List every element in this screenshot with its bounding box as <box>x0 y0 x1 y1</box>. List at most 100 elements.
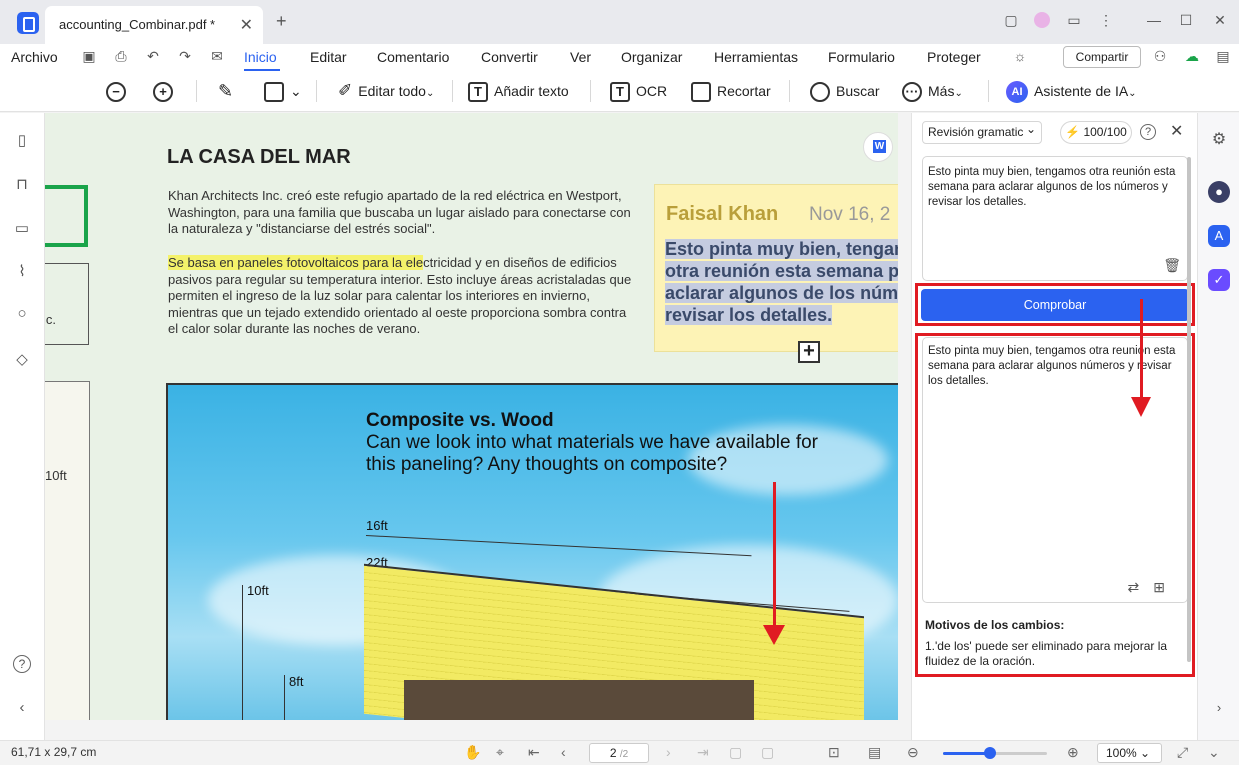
mode-dropdown[interactable]: Revisión gramatic <box>922 119 1042 144</box>
connect-icon[interactable]: ⚇ <box>1152 48 1168 64</box>
ocr-button[interactable]: T OCR <box>610 80 668 103</box>
toolbar-divider <box>196 80 197 102</box>
zoom-dropdown[interactable]: 100% ⌄ <box>1097 743 1162 763</box>
layers-icon[interactable]: ◇ <box>13 350 31 368</box>
ocr-icon: T <box>610 82 630 103</box>
right-sidebar: ⚙ ● A ✓ › <box>1197 113 1239 740</box>
menu-formulario[interactable]: Formulario <box>828 49 895 65</box>
expand-right-icon[interactable]: › <box>1208 697 1230 719</box>
trash-icon[interactable]: 🗑 <box>1163 258 1181 273</box>
more-label: Más <box>928 83 955 99</box>
toolbar-divider <box>988 80 989 102</box>
maximize-icon[interactable]: ☐ <box>1178 12 1194 28</box>
status-bar: 61,71 x 29,7 cm ✋ ⌖ ⇤ ‹ 2 /2 › ⇥ ▢ ▢ ⊡ ▤… <box>0 740 1239 765</box>
translate-icon[interactable]: A <box>1208 225 1230 247</box>
dimension-label: 10ft <box>247 583 269 598</box>
menu-editar[interactable]: Editar <box>310 49 347 65</box>
document-paragraph: Se basa en paneles fotovoltaicos para la… <box>168 255 638 338</box>
collapse-left-icon[interactable]: ‹ <box>13 699 31 717</box>
dimension-line <box>284 675 285 720</box>
two-page-icon[interactable]: ▢ <box>761 744 774 761</box>
crop-button[interactable]: Recortar <box>691 80 771 103</box>
mail-icon[interactable]: ✉ <box>209 48 225 64</box>
menu-ver[interactable]: Ver <box>570 49 591 65</box>
fullscreen-icon[interactable]: ⤢ <box>1177 744 1188 761</box>
last-page-icon[interactable]: ⇥ <box>697 744 709 761</box>
attachment-icon[interactable]: ⌇ <box>13 262 31 280</box>
page-number-input[interactable]: 2 /2 <box>589 743 649 763</box>
share-button[interactable]: Compartir <box>1063 46 1141 68</box>
menu-proteger[interactable]: Proteger <box>927 49 981 65</box>
menu-comentario[interactable]: Comentario <box>377 49 449 65</box>
more-options-icon[interactable]: ⋮ <box>1098 12 1114 28</box>
redo-icon[interactable]: ↷ <box>177 48 193 64</box>
edit-all-button[interactable]: ✐ Editar todo⌄ <box>338 80 434 102</box>
bookmark-icon[interactable]: ⊓ <box>13 175 31 193</box>
pen-icon: ✐ <box>338 81 353 100</box>
print-icon[interactable]: ⎙ <box>113 48 129 64</box>
highlighter-icon[interactable]: ✎ <box>218 80 233 102</box>
prev-page-icon[interactable]: ‹ <box>561 744 566 760</box>
ai-assistant-button[interactable]: AI Asistente de IA⌄ <box>1006 80 1137 104</box>
shape-dropdown[interactable]: ⌄ <box>264 80 302 103</box>
dimension-label: 16ft <box>366 518 388 533</box>
scrollbar[interactable] <box>1187 157 1191 662</box>
zoom-slider-handle[interactable] <box>983 747 996 759</box>
ocr-label: OCR <box>636 83 668 99</box>
zoom-slider[interactable] <box>943 747 1047 759</box>
menu-herramientas[interactable]: Herramientas <box>714 49 798 65</box>
menu-archivo[interactable]: Archivo <box>11 49 58 65</box>
toolbar-divider <box>452 80 453 102</box>
sticky-note[interactable]: Faisal Khan Nov 16, 2 Esto pinta muy bie… <box>654 184 898 352</box>
settings-sliders-icon[interactable]: ⚙ <box>1208 129 1230 151</box>
notification-icon[interactable]: ▢ <box>1003 12 1019 28</box>
zoom-in-icon[interactable]: ⊕ <box>1067 744 1079 761</box>
lightbulb-icon[interactable]: ☼ <box>1012 48 1028 64</box>
search-button[interactable]: Buscar <box>810 80 880 103</box>
scroll-mode-icon[interactable]: ▤ <box>868 744 881 761</box>
fit-page-icon[interactable]: ⊡ <box>828 744 840 761</box>
help-icon[interactable]: ? <box>13 655 31 673</box>
check-button[interactable]: Comprobar <box>921 289 1189 321</box>
grammar-panel: Revisión gramatic ⚡ 100/100 ? ✕ Esto pin… <box>911 113 1197 740</box>
next-page-icon[interactable]: › <box>666 744 671 760</box>
image-subtext: Can we look into what materials we have … <box>366 432 819 475</box>
add-text-button[interactable]: T Añadir texto <box>468 80 569 103</box>
input-textarea[interactable]: Esto pinta muy bien, tengamos otra reuni… <box>922 156 1188 281</box>
more-button[interactable]: ··· Más⌄ <box>902 80 963 103</box>
collapse-status-icon[interactable]: ⌄ <box>1208 744 1220 761</box>
add-note-icon[interactable]: + <box>798 341 820 363</box>
cloud-sync-icon[interactable]: ☁ <box>1184 48 1200 64</box>
menu-organizar[interactable]: Organizar <box>621 49 682 65</box>
page-thumbnails-icon[interactable]: ▯ <box>13 131 31 149</box>
search-panel-icon[interactable]: ○ <box>13 305 31 323</box>
menu-inicio[interactable]: Inicio <box>244 49 277 65</box>
undo-icon[interactable]: ↶ <box>145 48 161 64</box>
help-icon[interactable]: ? <box>1140 124 1156 140</box>
word-convert-icon[interactable] <box>863 132 893 162</box>
first-page-icon[interactable]: ⇤ <box>528 744 540 761</box>
menu-convertir[interactable]: Convertir <box>481 49 538 65</box>
hand-tool-icon[interactable]: ✋ <box>464 744 481 761</box>
feedback-icon[interactable]: ▭ <box>1066 12 1082 28</box>
grammar-check-icon[interactable]: ✓ <box>1208 269 1230 291</box>
new-tab-button[interactable]: + <box>276 11 287 32</box>
page-current: 2 <box>609 746 617 760</box>
title-bar: accounting_Combinar.pdf * ✕ + ▢ ▭ ⋮ — ☐ … <box>0 0 1239 44</box>
select-tool-icon[interactable]: ⌖ <box>496 744 504 761</box>
comments-icon[interactable]: ▭ <box>13 219 31 237</box>
document-canvas[interactable]: Inc. 10ft LA CASA DEL MAR Khan Architect… <box>45 113 898 720</box>
single-page-icon[interactable]: ▢ <box>729 744 742 761</box>
zoom-out-icon[interactable]: ⊖ <box>907 744 919 761</box>
window-mode-icon[interactable]: ▤ <box>1215 48 1231 64</box>
save-icon[interactable]: ▣ <box>81 48 97 64</box>
minimize-icon[interactable]: — <box>1146 12 1162 28</box>
zoom-in-button[interactable]: + <box>153 80 179 103</box>
close-window-icon[interactable]: ✕ <box>1212 12 1228 28</box>
close-tab-icon[interactable]: ✕ <box>240 15 253 35</box>
close-panel-icon[interactable]: ✕ <box>1170 121 1183 141</box>
zoom-out-button[interactable]: − <box>106 80 132 103</box>
avatar[interactable] <box>1034 12 1050 28</box>
document-tab[interactable]: accounting_Combinar.pdf * ✕ <box>45 6 263 44</box>
ai-robot-icon[interactable]: ● <box>1208 181 1230 203</box>
